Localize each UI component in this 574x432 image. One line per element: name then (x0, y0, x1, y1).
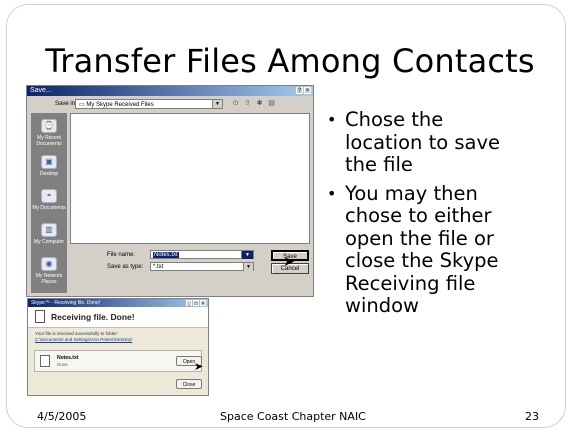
save-dialog-title: Save... (30, 87, 52, 94)
received-file-name: Notes.txt (57, 355, 79, 361)
my-computer-icon: ▥ (41, 223, 57, 237)
places-bar: ⌚ My Recent Documents ▣ Desktop ◓ My Doc… (31, 113, 67, 293)
bullet-item: You may then chose to either open the fi… (325, 182, 525, 318)
up-folder-icon[interactable]: ⇧ (243, 99, 252, 108)
network-places-icon: ◉ (41, 257, 57, 271)
receiving-message: Your file is received successfully to fo… (35, 331, 132, 343)
place-desktop[interactable]: ▣ Desktop (31, 155, 67, 177)
save-in-select[interactable]: ▭ My Skype Received Files ▼ (75, 99, 223, 109)
new-folder-icon[interactable]: ✱ (255, 99, 264, 108)
save-as-type-select[interactable]: *.txt ▼ (150, 262, 254, 271)
close-button[interactable]: Close (176, 379, 202, 389)
recent-documents-icon: ⌚ (41, 119, 57, 133)
minimize-icon[interactable]: _ (186, 300, 192, 307)
folder-link[interactable]: C:\Documents and Settings\Ann Peters\Des… (35, 337, 132, 343)
save-in-label: Save in: (55, 101, 77, 107)
close-icon[interactable]: × (304, 87, 311, 94)
received-file-status: Done (57, 362, 68, 367)
bullet-item: Chose the location to save the file (325, 108, 525, 177)
mouse-cursor-icon: ➤ (194, 361, 204, 373)
save-dialog: Save... ? × Save in: ▭ My Skype Received… (26, 85, 314, 297)
mouse-cursor-icon: ➤ (283, 253, 295, 269)
receiving-dialog-title: Skype™ - Receiving file. Done! (31, 300, 101, 306)
save-in-value: My Skype Received Files (86, 102, 154, 108)
save-as-type-value: *.txt (153, 264, 164, 270)
chevron-down-icon[interactable]: ▼ (241, 251, 253, 259)
close-icon[interactable]: × (200, 300, 206, 307)
place-my-documents[interactable]: ◓ My Documents (31, 189, 67, 211)
slide: Transfer Files Among Contacts Chose the … (0, 0, 574, 432)
file-name-input[interactable]: Notes.txt ▼ (150, 250, 254, 259)
receiving-dialog-titlebar: Skype™ - Receiving file. Done! _ □ × (28, 299, 208, 307)
chevron-down-icon[interactable]: ▼ (212, 100, 222, 108)
place-recent[interactable]: ⌚ My Recent Documents (31, 119, 67, 147)
desktop-icon: ▣ (41, 155, 57, 169)
folder-icon: ▭ (79, 102, 85, 108)
footer-date: 4/5/2005 (37, 410, 87, 423)
file-name-label: File name: (107, 252, 136, 258)
save-as-type-label: Save as type: (107, 264, 144, 270)
file-name-value: Notes.txt (153, 252, 179, 258)
slide-title: Transfer Files Among Contacts (45, 42, 535, 80)
place-my-computer[interactable]: ▥ My Computer (31, 223, 67, 245)
footer-center: Space Coast Chapter NAIC (220, 410, 366, 423)
my-documents-icon: ◓ (41, 189, 57, 203)
maximize-icon[interactable]: □ (193, 300, 199, 307)
help-icon[interactable]: ? (296, 87, 303, 94)
page-number: 23 (525, 410, 539, 423)
receiving-heading: Receiving file. Done! (51, 312, 135, 322)
chevron-down-icon[interactable]: ▼ (243, 263, 253, 271)
save-dialog-titlebar: Save... ? × (27, 86, 313, 96)
place-network[interactable]: ◉ My Network Places (31, 257, 67, 285)
bullet-list: Chose the location to save the file You … (325, 108, 525, 324)
receiving-header: Receiving file. Done! (28, 307, 208, 328)
file-list[interactable] (70, 113, 310, 244)
document-icon (35, 310, 45, 323)
receiving-dialog: Skype™ - Receiving file. Done! _ □ × Rec… (27, 298, 209, 396)
text-file-icon (40, 355, 50, 367)
back-icon[interactable]: ⊙ (231, 99, 240, 108)
view-menu-icon[interactable]: ▤ (267, 99, 276, 108)
